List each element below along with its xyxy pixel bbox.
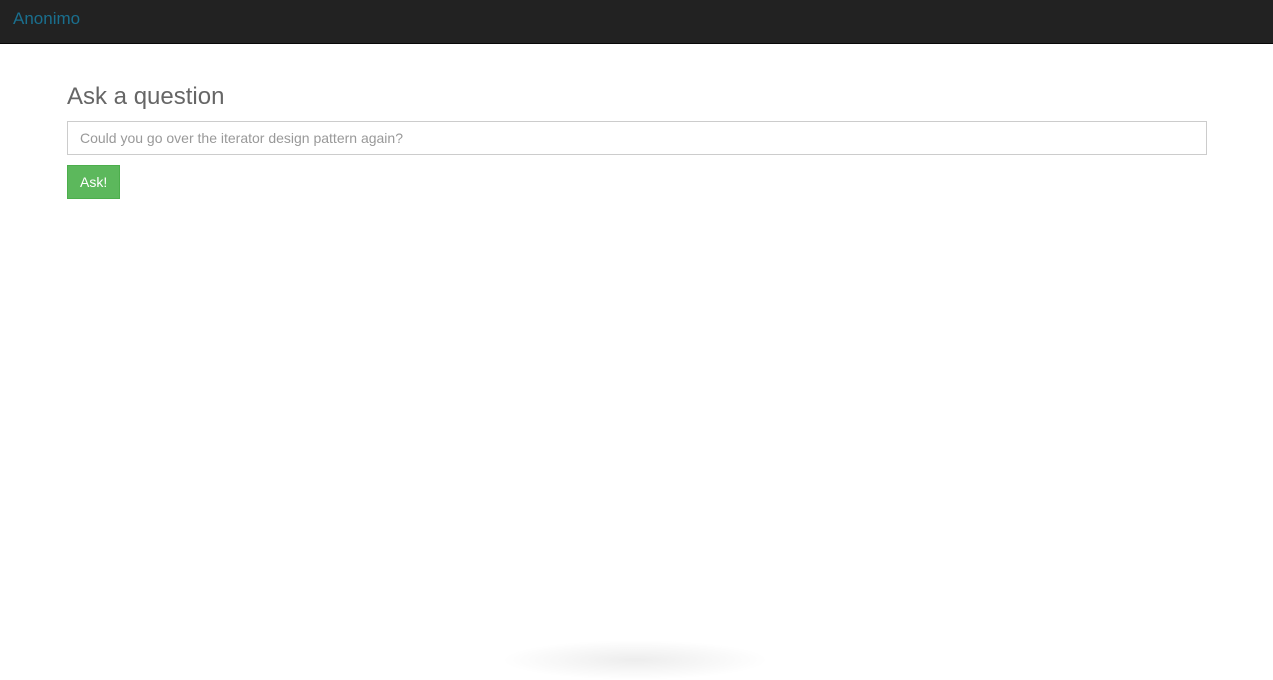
page-title: Ask a question xyxy=(67,83,225,110)
ask-question-form: Ask a question Ask! xyxy=(67,82,1207,199)
question-input[interactable] xyxy=(67,121,1207,155)
bottom-shadow xyxy=(500,640,770,680)
ask-button[interactable]: Ask! xyxy=(67,165,121,199)
top-navbar: Anonimo xyxy=(0,0,1273,44)
brand-link[interactable]: Anonimo xyxy=(13,9,80,29)
